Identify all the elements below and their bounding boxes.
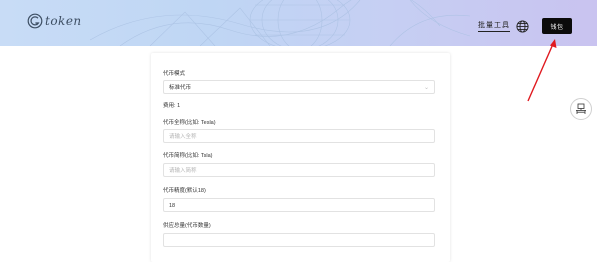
full-name-label: 代币全称(比如: Tesla) [163,120,216,126]
supply-input[interactable] [163,233,435,247]
supply-label: 供应总量(代币数量) [163,223,211,229]
chevron-down-icon: ⌄ [423,85,429,91]
fee-text: 费用: 1 [163,101,180,109]
precision-label: 代币精度(默认18) [163,188,206,194]
desk-icon [576,103,586,114]
full-name-input[interactable]: 请输入全称 [163,129,435,143]
precision-input[interactable]: 18 [163,198,435,212]
short-name-input[interactable]: 请输入简称 [163,163,435,177]
short-name-label: 代币简称(比如: Tsla) [163,153,213,159]
token-form-card: 代币模式 标准代币 ⌄ 费用: 1 代币全称(比如: Tesla) 请输入全称 … [151,53,450,262]
fee-label: 费用: [163,103,176,109]
fee-value: 1 [177,103,181,109]
token-mode-select[interactable]: 标准代币 ⌄ [163,80,435,94]
token-mode-label: 代币模式 [163,71,186,77]
floating-support-button[interactable] [570,98,592,120]
token-mode-value: 标准代币 [169,85,192,91]
